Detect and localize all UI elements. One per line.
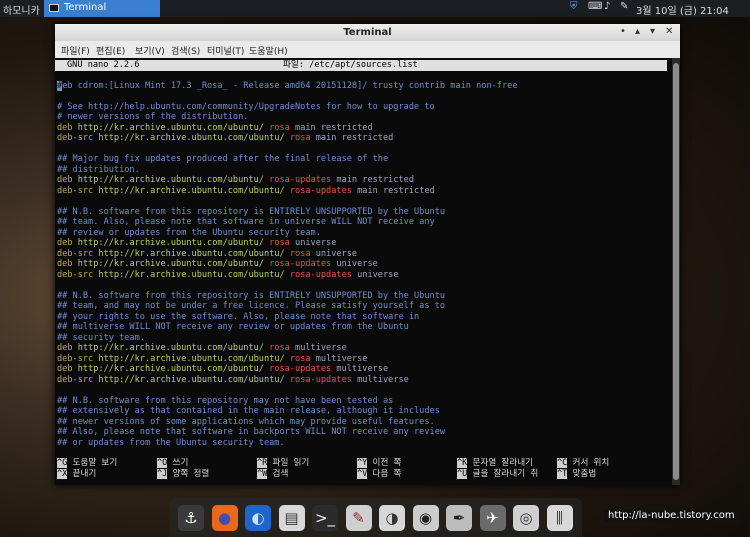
text-line: ## distribution. (57, 165, 140, 175)
taskbar-label: Terminal (64, 2, 107, 13)
pen-icon[interactable]: ✎ (620, 1, 628, 12)
target-icon[interactable]: ◎ (513, 505, 539, 531)
text-line: # newer versions of the distribution. (57, 112, 249, 122)
nano-shortcut: ^T 맞춤법 (557, 469, 597, 479)
volume-icon[interactable]: ♪ (604, 1, 610, 12)
nano-shortcut: ^J 양쪽 정렬 (157, 469, 210, 479)
text-line: ## review or updates from the Ubuntu sec… (57, 228, 321, 238)
text-line: ## newer versions of some applications w… (57, 417, 435, 427)
browser-icon[interactable]: ◐ (245, 505, 271, 531)
text-line: deb http://kr.archive.ubuntu.com/ubuntu/… (57, 175, 415, 185)
text-line: deb http://kr.archive.ubuntu.com/ubuntu/… (57, 238, 337, 248)
nano-shortcut: ^G 도움말 보기 (57, 458, 118, 468)
text-line: ## N.B. software from this repository is… (57, 291, 446, 301)
terminal-window: Terminal • ▴ ▾ ✕ 파일(F) 편집(E) 보기(V) 검색(S)… (55, 24, 680, 485)
start-menu-button[interactable]: 하모니카 (3, 2, 40, 17)
terminal-icon[interactable]: >_ (312, 505, 338, 531)
nano-shortcut: ^R 파일 읽기 (257, 458, 310, 468)
text-line: # See http://help.ubuntu.com/community/U… (57, 102, 435, 112)
keyboard-icon[interactable]: ⌨ (588, 1, 602, 12)
text-line: deb-src http://kr.archive.ubuntu.com/ubu… (57, 133, 394, 143)
text-line: ## extensively as that contained in the … (57, 406, 440, 416)
text-line: ## your rights to use the software. Also… (57, 312, 420, 322)
file-manager-icon[interactable]: ▤ (278, 505, 305, 531)
scrollbar-thumb[interactable] (673, 63, 679, 480)
text-line: ## N.B. software from this repository is… (57, 207, 446, 217)
menu-view[interactable]: 보기(V) (135, 44, 165, 57)
nano-shortcut: ^U 글을 잘라내기 취 (457, 469, 539, 479)
text-line: deb-src http://kr.archive.ubuntu.com/ubu… (57, 186, 435, 196)
text-line: ## team, and may not be under a free lic… (57, 301, 446, 311)
mixer-icon[interactable]: ⫼ (546, 505, 573, 531)
top-panel: 하모니카 Terminal ⛨ ⌨ ♪ ✎ 3월 10일 (금) 21:04 (0, 0, 750, 17)
nano-shortcut: ^Y 이전 쪽 (357, 458, 402, 468)
text-line: deb-src http://kr.archive.ubuntu.com/ubu… (57, 354, 368, 364)
dock: ⚓ ● ◐ ▤ >_ ✎ ◑ ◉ ✒ ✈ ◎ ⫼ (170, 498, 582, 537)
nano-version: GNU nano 2.2.6 (67, 60, 140, 70)
text-line: ## security team. (57, 333, 145, 343)
nano-shortcut: ^K 문자열 잘라내기 (457, 458, 534, 468)
text-line: #eb cdrom:[Linux Mint 17.3 _Rosa_ - Rele… (57, 81, 518, 91)
text-line: deb http://kr.archive.ubuntu.com/ubuntu/… (57, 364, 389, 374)
menu-search[interactable]: 검색(S) (171, 44, 200, 57)
menu-edit[interactable]: 편집(E) (96, 44, 125, 57)
picker-icon[interactable]: ✒ (446, 505, 472, 531)
firefox-icon[interactable]: ● (211, 505, 238, 531)
text-line: ## N.B. software from this repository ma… (57, 396, 394, 406)
shield-icon[interactable]: ⛨ (570, 1, 578, 12)
scrollbar[interactable] (672, 58, 680, 485)
menu-terminal[interactable]: 터미널(T) (207, 44, 244, 57)
window-close-button[interactable]: ✕ (665, 26, 673, 38)
text-line: deb-src http://kr.archive.ubuntu.com/ubu… (57, 375, 409, 385)
menu-bar: 파일(F) 편집(E) 보기(V) 검색(S) 터미널(T) 도움말(H) (55, 41, 680, 58)
menu-help[interactable]: 도움말(H) (249, 44, 288, 57)
nano-shortcut: ^O 쓰기 (157, 458, 189, 468)
nano-header: GNU nano 2.2.6 파일: /etc/apt/sources.list (55, 60, 667, 71)
text-line: deb http://kr.archive.ubuntu.com/ubuntu/… (57, 259, 378, 269)
text-line: ## multiverse WILL NOT receive any revie… (57, 322, 409, 332)
launcher-icon[interactable]: ✈ (479, 505, 506, 531)
camera-icon[interactable]: ◉ (412, 505, 439, 531)
clock[interactable]: 3월 10일 (금) 21:04 (636, 2, 729, 17)
taskbar-terminal-button[interactable]: Terminal (44, 0, 160, 17)
text-line: ## or updates from the Ubuntu security t… (57, 438, 285, 448)
window-maximize-button[interactable]: ▴ (635, 26, 640, 38)
paint-icon[interactable]: ✎ (345, 505, 372, 531)
text-line: deb http://kr.archive.ubuntu.com/ubuntu/… (57, 123, 373, 133)
text-line: ## Major bug fix updates produced after … (57, 154, 389, 164)
terminal-content[interactable]: GNU nano 2.2.6 파일: /etc/apt/sources.list… (55, 58, 672, 485)
terminal-icon (49, 4, 59, 12)
nano-shortcut: ^V 다음 쪽 (357, 469, 402, 479)
text-line: deb-src http://kr.archive.ubuntu.com/ubu… (57, 249, 358, 259)
anchor-icon[interactable]: ⚓ (178, 505, 204, 531)
window-titlebar[interactable]: Terminal • ▴ ▾ ✕ (55, 24, 680, 41)
text-line: deb http://kr.archive.ubuntu.com/ubuntu/… (57, 343, 347, 353)
window-title: Terminal (343, 27, 392, 38)
window-minimize-button[interactable]: ▾ (650, 26, 655, 38)
nano-shortcut: ^W 검색 (257, 469, 289, 479)
text-line: ## Also, please note that software in ba… (57, 427, 446, 437)
nano-shortcut: ^X 끝내기 (57, 469, 97, 479)
nano-shortcut: ^C 커서 위치 (557, 458, 610, 468)
menu-file[interactable]: 파일(F) (61, 44, 90, 57)
text-line: ## team. Also, please note that software… (57, 217, 435, 227)
window-sticky-button[interactable]: • (620, 26, 626, 38)
watermark: http://la-nube.tistory.com (604, 509, 739, 522)
pointer-icon[interactable]: ◑ (379, 505, 405, 531)
nano-filename: 파일: /etc/apt/sources.list (283, 60, 418, 70)
text-line: deb-src http://kr.archive.ubuntu.com/ubu… (57, 270, 399, 280)
